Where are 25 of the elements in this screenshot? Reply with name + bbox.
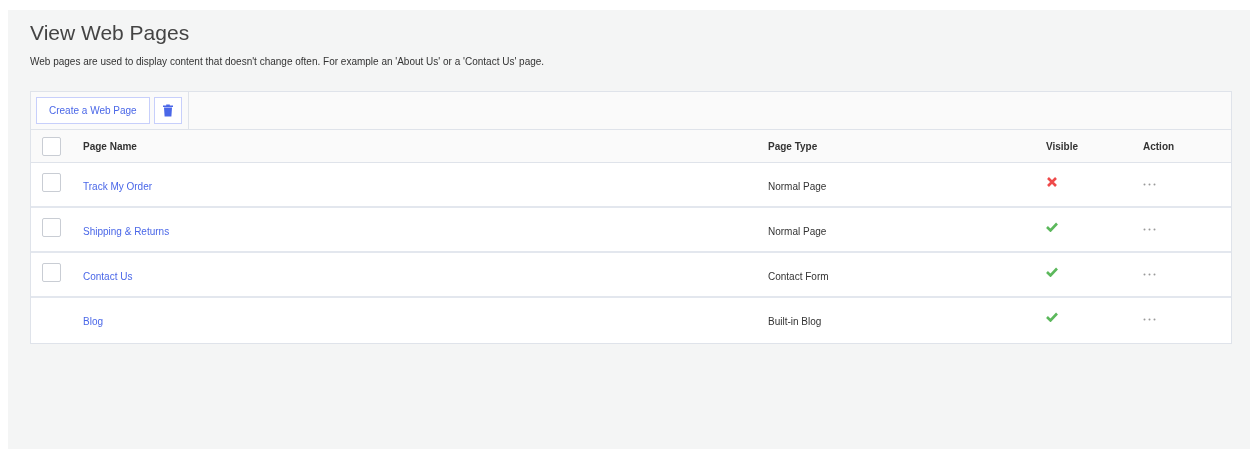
- page-type-text: Built-in Blog: [768, 315, 822, 329]
- create-page-button[interactable]: Create a Web Page: [36, 97, 150, 124]
- page-name-link[interactable]: Track My Order: [83, 181, 153, 192]
- page-name-link[interactable]: Contact Us: [83, 271, 133, 282]
- more-icon[interactable]: [1143, 183, 1156, 186]
- column-header: Action: [1143, 139, 1175, 154]
- page-description: Web pages are used to display content that doesn't change often. For example an 'About Us' or a 'Contact Us' page.: [30, 55, 546, 69]
- page-title: View Web Pages: [30, 20, 191, 46]
- more-icon[interactable]: [1143, 273, 1156, 276]
- page-type-text: Contact Form: [768, 270, 829, 284]
- trash-icon: [162, 104, 173, 117]
- checkbox[interactable]: [42, 263, 61, 282]
- column-header: Page Name: [83, 139, 137, 154]
- more-icon[interactable]: [1143, 228, 1156, 231]
- checkbox[interactable]: [42, 173, 61, 192]
- checkbox[interactable]: [42, 218, 61, 237]
- page-type-text: Normal Page: [768, 180, 827, 194]
- delete-button[interactable]: [153, 97, 182, 124]
- checkbox[interactable]: [42, 136, 61, 156]
- more-icon[interactable]: [1143, 318, 1156, 321]
- column-header: Page Type: [768, 139, 818, 154]
- column-header: Visible: [1046, 139, 1079, 154]
- page-name-link[interactable]: Blog: [83, 316, 103, 327]
- page-name-link[interactable]: Shipping & Returns: [83, 226, 170, 237]
- page-type-text: Normal Page: [768, 225, 827, 239]
